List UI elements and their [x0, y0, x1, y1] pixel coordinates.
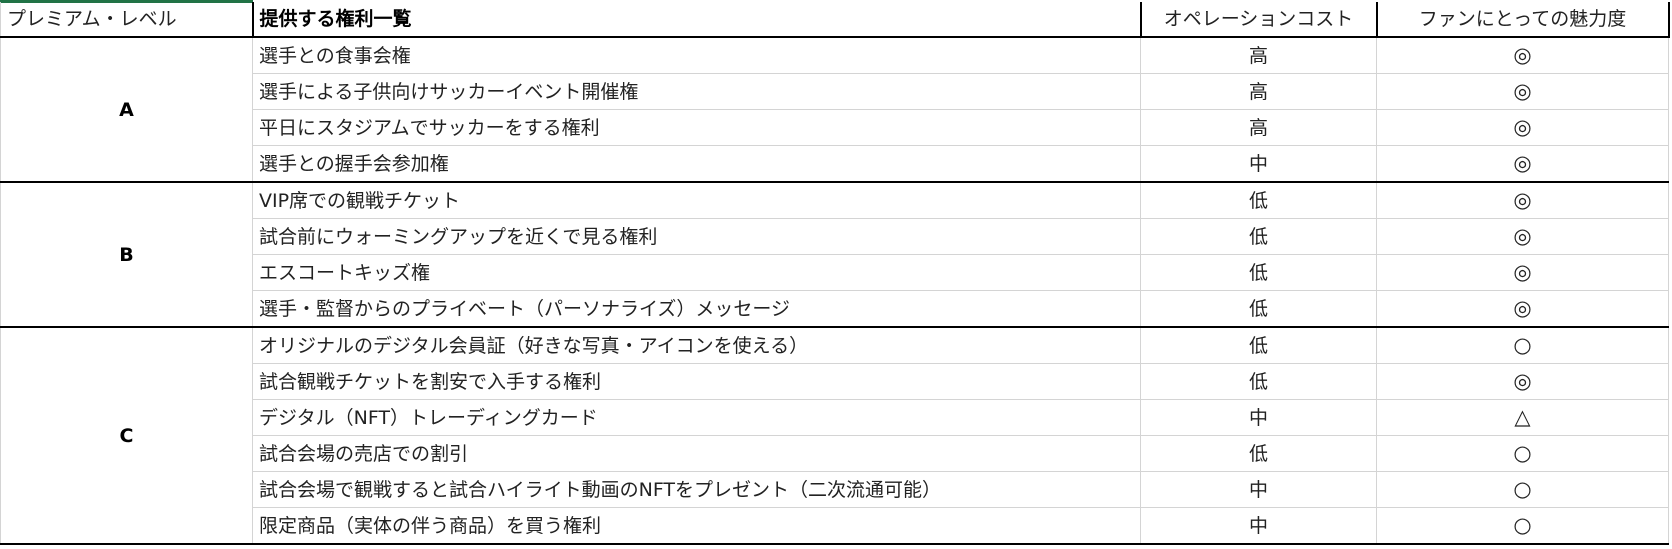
right-name-cell[interactable]: 試合会場の売店での割引	[252, 435, 1141, 472]
appeal-mark: ◎	[1513, 224, 1532, 248]
appeal-cell[interactable]: ◎	[1376, 218, 1669, 255]
cost-cell[interactable]: 高	[1140, 109, 1377, 146]
spreadsheet: プレミアム・レベル 提供する権利一覧 オペレーションコスト ファンにとっての魅力…	[0, 0, 1672, 549]
cost-cell[interactable]: 中	[1140, 471, 1377, 508]
appeal-cell[interactable]: ◎	[1376, 109, 1669, 146]
appeal-mark: ◎	[1513, 151, 1532, 175]
right-name-cell[interactable]: 選手との食事会権	[252, 36, 1141, 74]
cost-cell[interactable]: 中	[1140, 145, 1377, 183]
right-name-cell[interactable]: 選手との握手会参加権	[252, 145, 1141, 183]
cost-cell[interactable]: 中	[1140, 507, 1377, 545]
right-name-cell[interactable]: 試合前にウォーミングアップを近くで見る権利	[252, 218, 1141, 255]
cost-cell[interactable]: 高	[1140, 73, 1377, 110]
level-cell-c[interactable]: C	[0, 326, 253, 545]
appeal-cell[interactable]: ◎	[1376, 181, 1669, 219]
appeal-mark: ○	[1513, 441, 1532, 465]
appeal-mark: ◎	[1513, 79, 1532, 103]
cost-cell[interactable]: 低	[1140, 290, 1377, 328]
header-rights-list[interactable]: 提供する権利一覧	[252, 2, 1141, 38]
right-name-cell[interactable]: 選手・監督からのプライベート（パーソナライズ）メッセージ	[252, 290, 1141, 328]
header-fan-appeal[interactable]: ファンにとっての魅力度	[1376, 2, 1670, 38]
table-row: C オリジナルのデジタル会員証（好きな写真・アイコンを使える） 低 ○	[0, 326, 1669, 545]
appeal-cell[interactable]: △	[1376, 399, 1669, 436]
table-row: A 選手との食事会権 高 ◎	[0, 36, 1669, 183]
right-name-cell[interactable]: オリジナルのデジタル会員証（好きな写真・アイコンを使える）	[252, 326, 1141, 364]
cost-cell[interactable]: 低	[1140, 254, 1377, 291]
level-cell-a[interactable]: A	[0, 36, 253, 183]
appeal-mark: ◎	[1513, 260, 1532, 284]
appeal-mark: ◎	[1513, 188, 1532, 212]
right-name-cell[interactable]: 試合観戦チケットを割安で入手する権利	[252, 363, 1141, 400]
appeal-cell[interactable]: ◎	[1376, 73, 1669, 110]
right-name-cell[interactable]: 選手による子供向けサッカーイベント開催権	[252, 73, 1141, 110]
appeal-mark: ○	[1513, 477, 1532, 501]
appeal-mark: ◎	[1513, 296, 1532, 320]
appeal-cell[interactable]: ◎	[1376, 145, 1669, 183]
level-cell-b[interactable]: B	[0, 181, 253, 328]
cost-cell[interactable]: 低	[1140, 326, 1377, 364]
cost-cell[interactable]: 低	[1140, 435, 1377, 472]
cost-cell[interactable]: 低	[1140, 363, 1377, 400]
appeal-cell[interactable]: ◎	[1376, 254, 1669, 291]
appeal-mark: ○	[1513, 513, 1532, 537]
appeal-mark: ◎	[1513, 115, 1532, 139]
header-operation-cost[interactable]: オペレーションコスト	[1139, 2, 1378, 38]
appeal-cell[interactable]: ○	[1376, 326, 1669, 364]
right-name-cell[interactable]: 平日にスタジアムでサッカーをする権利	[252, 109, 1141, 146]
premium-rights-table: プレミアム・レベル 提供する権利一覧 オペレーションコスト ファンにとっての魅力…	[0, 2, 1670, 545]
appeal-mark: ◎	[1513, 369, 1532, 393]
header-premium-level[interactable]: プレミアム・レベル	[0, 2, 254, 38]
appeal-cell[interactable]: ◎	[1376, 290, 1669, 328]
appeal-cell[interactable]: ○	[1376, 507, 1669, 545]
cost-cell[interactable]: 中	[1140, 399, 1377, 436]
appeal-cell[interactable]: ○	[1376, 471, 1669, 508]
appeal-mark: ◎	[1513, 43, 1532, 67]
header-row: プレミアム・レベル 提供する権利一覧 オペレーションコスト ファンにとっての魅力…	[0, 2, 1670, 38]
right-name-cell[interactable]: 試合会場で観戦すると試合ハイライト動画のNFTをプレゼント（二次流通可能）	[252, 471, 1141, 508]
right-name-cell[interactable]: デジタル（NFT）トレーディングカード	[252, 399, 1141, 436]
appeal-cell[interactable]: ○	[1376, 435, 1669, 472]
table-row: B VIP席での観戦チケット 低 ◎	[0, 181, 1669, 328]
right-name-cell[interactable]: VIP席での観戦チケット	[252, 181, 1141, 219]
appeal-cell[interactable]: ◎	[1376, 363, 1669, 400]
right-name-cell[interactable]: エスコートキッズ権	[252, 254, 1141, 291]
cost-cell[interactable]: 低	[1140, 181, 1377, 219]
appeal-mark: △	[1514, 405, 1531, 429]
cost-cell[interactable]: 高	[1140, 36, 1377, 74]
appeal-cell[interactable]: ◎	[1376, 36, 1669, 74]
appeal-mark: ○	[1513, 333, 1532, 357]
right-name-cell[interactable]: 限定商品（実体の伴う商品）を買う権利	[252, 507, 1141, 545]
cost-cell[interactable]: 低	[1140, 218, 1377, 255]
